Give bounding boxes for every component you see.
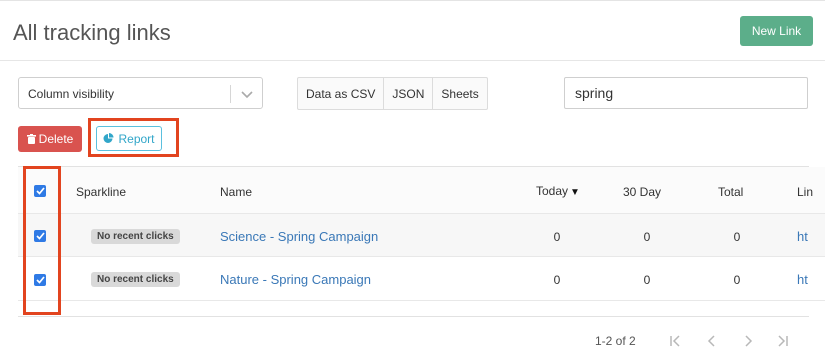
export-csv-button[interactable]: Data as CSV (298, 78, 385, 109)
sparkline-badge: No recent clicks (91, 229, 180, 244)
link-url[interactable]: ht (797, 229, 808, 244)
export-button-group: Data as CSV JSON Sheets (297, 77, 488, 110)
last-page-icon[interactable] (776, 334, 790, 348)
select-all-checkbox[interactable] (34, 185, 46, 197)
column-visibility-label: Column visibility (28, 87, 115, 101)
table-bottom-border (18, 316, 809, 317)
export-json-button[interactable]: JSON (384, 78, 434, 109)
search-input[interactable] (564, 77, 808, 109)
trash-icon (26, 134, 36, 144)
title-divider (0, 60, 825, 61)
select-separator (230, 85, 231, 103)
row-checkbox[interactable] (34, 274, 46, 286)
today-count: 0 (553, 230, 561, 244)
total-count: 0 (733, 273, 741, 287)
column-header-sparkline: Sparkline (76, 185, 127, 199)
check-icon (35, 276, 45, 284)
delete-button[interactable]: Delete (18, 126, 82, 152)
page-title: All tracking links (13, 20, 171, 45)
column-header-link[interactable]: Lin (797, 185, 813, 199)
thirty-day-count: 0 (643, 273, 651, 287)
report-label: Report (118, 131, 155, 146)
check-icon (35, 187, 45, 195)
row-divider (18, 300, 825, 301)
check-icon (35, 232, 45, 240)
sparkline-badge: No recent clicks (91, 272, 180, 287)
report-button[interactable]: Report (96, 126, 162, 151)
column-header-total[interactable]: Total (718, 185, 743, 199)
total-count: 0 (733, 230, 741, 244)
thirty-day-count: 0 (643, 230, 651, 244)
column-header-today[interactable]: Today ▼ (536, 184, 580, 198)
new-link-button[interactable]: New Link (740, 16, 813, 46)
table-top-border (18, 166, 809, 167)
first-page-icon[interactable] (668, 334, 682, 348)
column-visibility-select[interactable]: Column visibility (18, 77, 263, 109)
link-name[interactable]: Nature - Spring Campaign (220, 272, 371, 287)
table-header-background (18, 167, 825, 213)
column-header-30day[interactable]: 30 Day (623, 185, 661, 199)
row-divider (18, 256, 825, 257)
top-border (0, 0, 825, 1)
delete-label: Delete (38, 132, 74, 146)
link-name[interactable]: Science - Spring Campaign (220, 229, 378, 244)
export-sheets-button[interactable]: Sheets (433, 78, 486, 109)
row-checkbox[interactable] (34, 230, 46, 242)
pie-chart-icon (103, 133, 114, 143)
link-url[interactable]: ht (797, 272, 808, 287)
column-header-name[interactable]: Name (220, 185, 252, 199)
chevron-down-icon (241, 91, 253, 99)
today-count: 0 (553, 273, 561, 287)
pagination-info: 1-2 of 2 (595, 334, 636, 348)
today-label: Today (536, 184, 569, 198)
sort-desc-icon: ▼ (570, 187, 580, 198)
next-page-icon[interactable] (741, 334, 755, 348)
previous-page-icon[interactable] (705, 334, 719, 348)
